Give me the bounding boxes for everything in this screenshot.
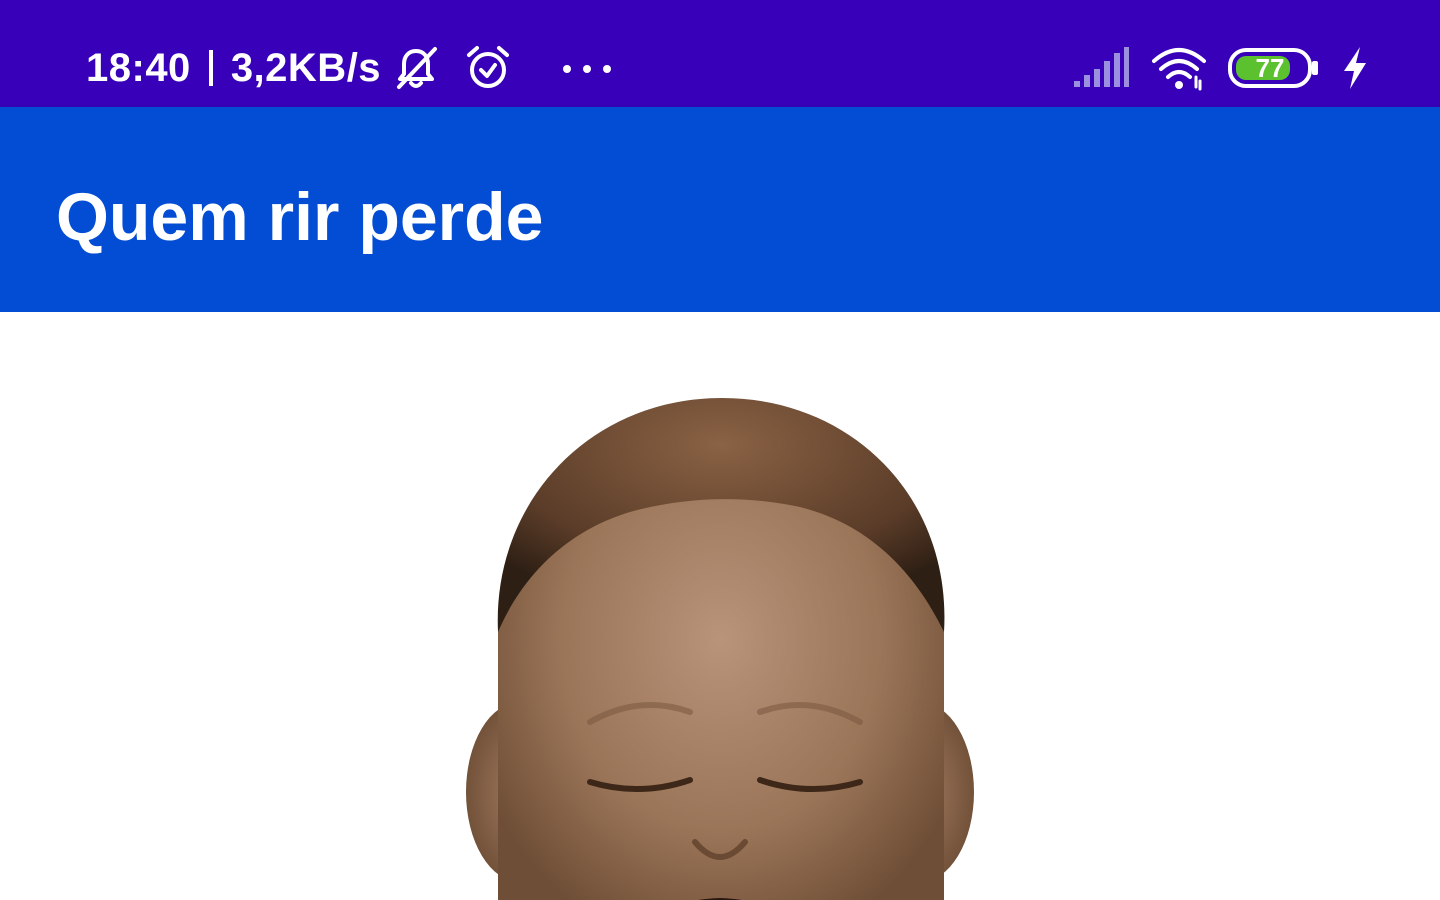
battery-level: 77 xyxy=(1255,53,1285,83)
bell-off-icon xyxy=(391,43,441,93)
network-speed: 3,2KB/s xyxy=(230,46,382,90)
wifi-icon xyxy=(1150,43,1208,93)
status-bar-right: 77 xyxy=(1072,40,1370,96)
app-bar: Quem rir perde xyxy=(0,107,1440,312)
status-time: 18:40 xyxy=(86,46,191,90)
screen: 18:40 3,2KB/s 77 Quem rir perde xyxy=(0,0,1440,900)
status-bar: 18:40 3,2KB/s 77 xyxy=(0,0,1440,107)
more-dots-icon[interactable] xyxy=(559,43,615,93)
app-title: Quem rir perde xyxy=(56,179,544,255)
content-area xyxy=(0,312,1440,900)
alarm-clock-icon xyxy=(463,43,513,93)
charging-bolt-icon xyxy=(1340,43,1370,93)
laughing-baby-image[interactable] xyxy=(440,372,1000,900)
battery-icon: 77 xyxy=(1228,48,1320,88)
signal-strength-icon xyxy=(1072,43,1130,93)
status-divider xyxy=(208,50,213,86)
status-bar-left: 18:40 3,2KB/s xyxy=(86,40,615,96)
